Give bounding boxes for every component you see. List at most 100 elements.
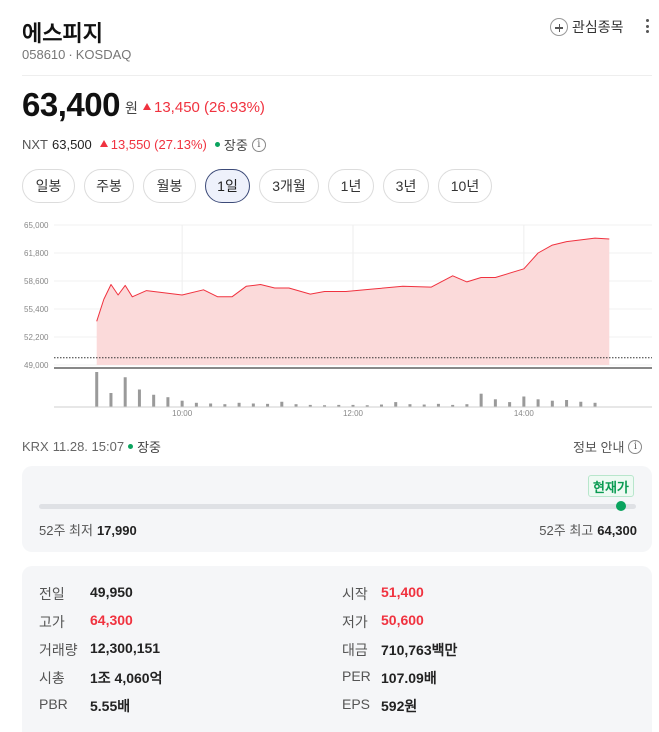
x-tick-label: 14:00	[514, 409, 535, 418]
chart-footer: KRX 11.28. 15:07 장중	[22, 437, 161, 456]
info-icon: i	[628, 439, 643, 454]
price-unit: 원	[125, 100, 138, 116]
volume-bar	[280, 401, 284, 407]
volume-bar	[237, 402, 241, 407]
nxt-line: NXT 63,500 13,550 (27.13%) 장중 i	[22, 135, 266, 154]
volume-bar	[152, 394, 156, 407]
volume-bar	[137, 389, 141, 407]
status-label: 장중	[223, 138, 248, 153]
y-tick-label: 52,200	[24, 333, 49, 342]
stat-value: 12,300,151	[90, 640, 161, 656]
stat-label: 시작	[342, 586, 368, 602]
volume-bar	[194, 402, 198, 407]
volume-bar	[123, 377, 127, 407]
range-high-label: 52주 최고	[539, 523, 594, 538]
tab-label: 3년	[395, 178, 417, 194]
price-change: 13,450 (26.93%)	[143, 99, 265, 116]
info-icon[interactable]: i	[251, 137, 266, 152]
stat-value: 51,400	[381, 584, 424, 600]
nxt-change-value: 13,550 (27.13%)	[110, 137, 207, 152]
stat-label: PER	[342, 668, 371, 684]
status-label: 장중	[137, 440, 161, 455]
stat-value: 50,600	[381, 612, 424, 628]
exchange-label: KRX	[22, 439, 49, 454]
x-tick-label: 10:00	[172, 409, 193, 418]
volume-bar	[209, 403, 213, 407]
y-tick-label: 58,600	[24, 277, 49, 286]
more-menu-icon[interactable]	[644, 17, 650, 35]
volume-bar	[565, 400, 569, 407]
volume-bar	[579, 401, 583, 407]
volume-bar	[166, 397, 170, 407]
info-guide-label: 정보 안내	[573, 440, 625, 455]
nxt-price: 63,500	[52, 137, 92, 152]
range-low-value: 17,990	[96, 523, 137, 538]
tab-label: 3개월	[272, 178, 306, 194]
stat-value: 710,763백만	[381, 642, 458, 658]
add-watchlist-button[interactable]: 관심종목	[550, 17, 624, 37]
update-time: 11.28. 15:07	[52, 439, 125, 454]
tab-monthly[interactable]: 월봉	[143, 169, 196, 203]
market-status: 장중	[214, 135, 248, 154]
stat-value: 5.55배	[90, 698, 131, 714]
up-triangle-icon	[99, 140, 108, 147]
stat-label: 거래량	[39, 642, 78, 658]
price-change-value: 13,450 (26.93%)	[154, 99, 265, 116]
separator-dot: ·	[68, 47, 73, 62]
stat-value: 1조 4,060억	[90, 670, 163, 686]
stat-value: 592원	[381, 698, 418, 714]
volume-bar	[493, 399, 497, 407]
x-tick-label: 12:00	[343, 409, 364, 418]
watchlist-label: 관심종목	[572, 19, 624, 35]
stat-value: 49,950	[90, 584, 133, 600]
stat-label: EPS	[342, 696, 371, 712]
tab-weekly[interactable]: 주봉	[84, 169, 134, 203]
volume-bar	[95, 372, 99, 407]
tab-3months[interactable]: 3개월	[259, 169, 319, 203]
volume-bar	[522, 396, 526, 407]
nxt-change: 13,550 (27.13%)	[99, 137, 207, 152]
tab-label: 월봉	[156, 178, 183, 194]
tab-10years[interactable]: 10년	[438, 169, 492, 203]
volume-bar	[536, 399, 540, 407]
live-dot-icon	[214, 142, 220, 147]
market-name: KOSDAQ	[75, 47, 132, 62]
y-tick-label: 55,400	[24, 305, 49, 314]
tab-label: 주봉	[96, 178, 122, 194]
tab-1year[interactable]: 1년	[328, 169, 374, 203]
stat-label: 저가	[342, 614, 368, 630]
stock-code-line: 058610 · KOSDAQ	[22, 47, 131, 62]
stat-label: PBR	[39, 696, 68, 712]
range-low-label: 52주 최저	[39, 523, 93, 538]
stat-value: 107.09배	[381, 670, 437, 686]
range-current-marker	[616, 501, 627, 511]
stock-code: 058610	[22, 47, 66, 62]
intraday-price-chart[interactable]: 65,000 61,800 58,600 55,400 52,200 49,000 10:0…	[0, 215, 659, 420]
nxt-label: NXT	[22, 137, 48, 152]
range-high: 52주 최고 64,300	[539, 520, 637, 539]
volume-bar	[593, 402, 597, 407]
up-triangle-icon	[143, 103, 151, 110]
range-52week-panel	[22, 466, 652, 552]
tab-label: 10년	[450, 178, 480, 194]
volume-bar	[479, 393, 483, 407]
info-guide-button[interactable]: 정보 안내 i	[573, 437, 643, 456]
stock-name: 에스피지	[22, 21, 103, 46]
volume-bar	[251, 403, 255, 407]
tab-label: 일봉	[35, 178, 62, 194]
volume-bar	[180, 400, 184, 407]
stat-label: 대금	[342, 642, 368, 658]
tab-daily[interactable]: 일봉	[22, 169, 75, 203]
volume-bar	[508, 402, 512, 407]
tab-3years[interactable]: 3년	[383, 169, 429, 203]
plus-circle-icon	[550, 18, 568, 36]
period-tabs: 일봉 주봉 월봉 1일 3개월 1년 3년 10년	[22, 169, 492, 203]
header-divider	[22, 75, 652, 76]
y-tick-label: 65,000	[24, 221, 49, 230]
current-price-badge: 현재가	[588, 475, 634, 497]
volume-bar	[394, 402, 398, 407]
tab-1day[interactable]: 1일	[205, 169, 250, 203]
range-high-value: 64,300	[597, 523, 637, 538]
tab-label: 1년	[340, 178, 362, 194]
volume-bar	[550, 400, 554, 407]
